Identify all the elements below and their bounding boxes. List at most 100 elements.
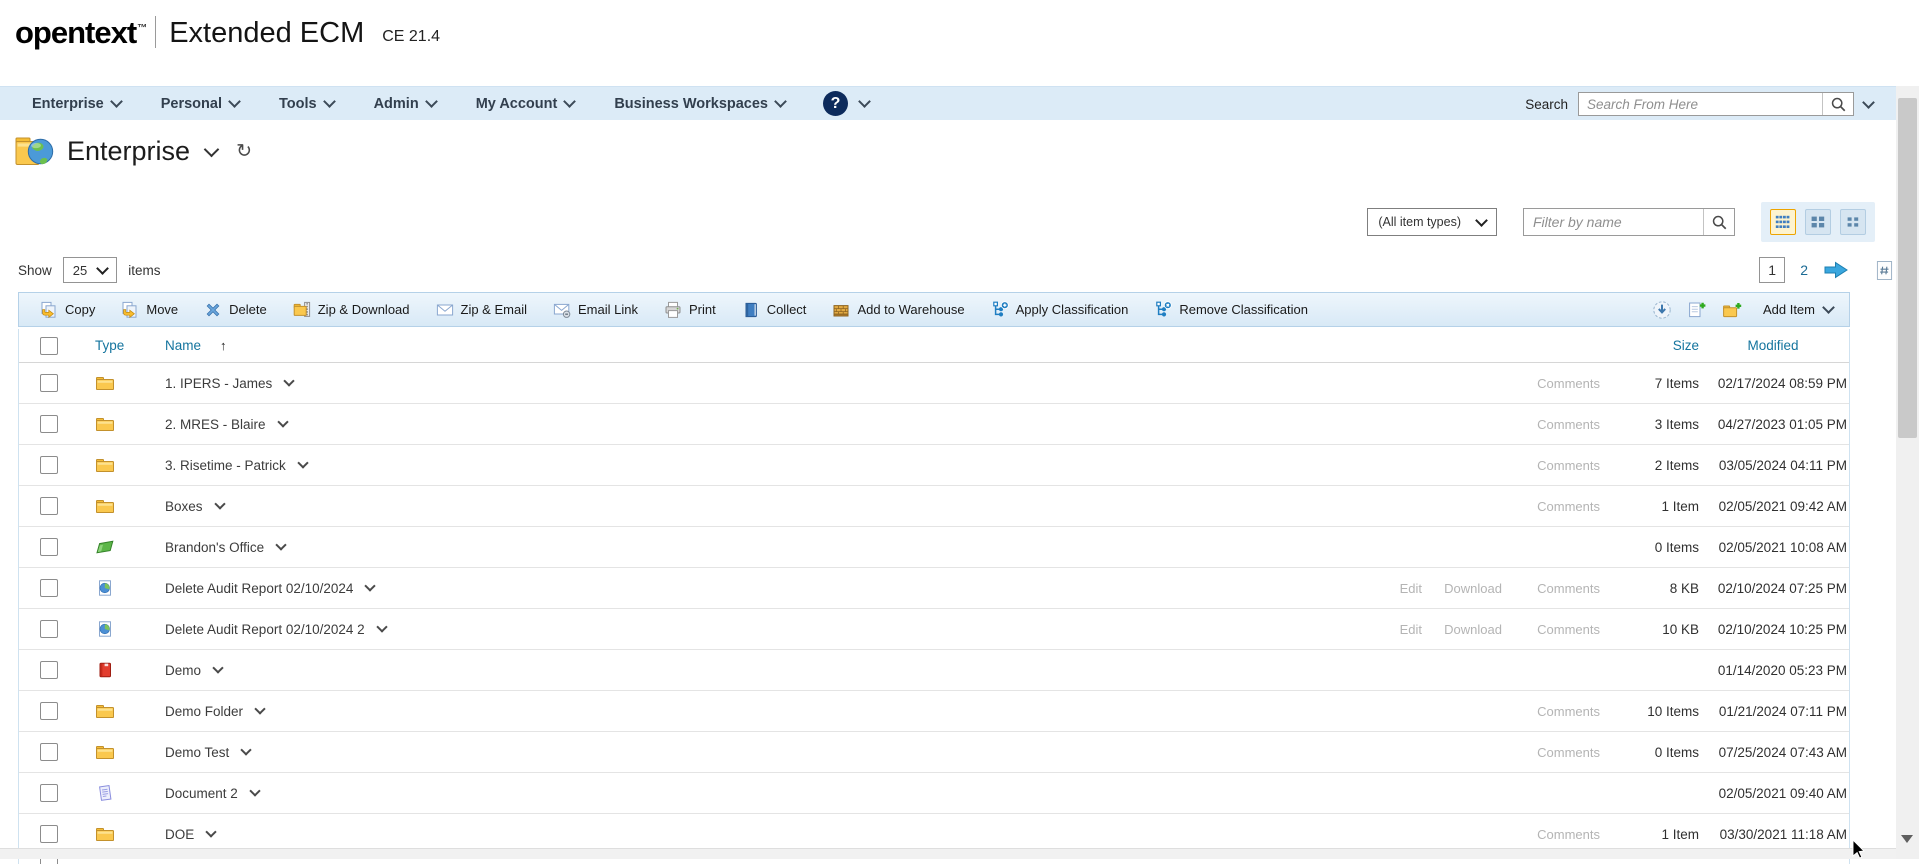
item-menu-chevron-icon[interactable]: [284, 375, 295, 386]
nav-business-workspaces[interactable]: Business Workspaces: [594, 96, 805, 112]
scrollbar-down-arrow[interactable]: [1901, 835, 1913, 843]
item-name-link[interactable]: Delete Audit Report 02/10/2024 2: [165, 622, 365, 637]
comments-link[interactable]: Comments: [1502, 827, 1600, 842]
search-input[interactable]: [1579, 93, 1822, 115]
row-checkbox[interactable]: [40, 743, 58, 761]
help-icon[interactable]: ?: [823, 91, 848, 116]
item-menu-chevron-icon[interactable]: [365, 580, 376, 591]
item-menu-chevron-icon[interactable]: [254, 703, 265, 714]
row-checkbox[interactable]: [40, 620, 58, 638]
column-header-name[interactable]: Name: [165, 338, 201, 353]
zip-download-button[interactable]: Zip & Download: [280, 293, 423, 326]
page-1-current[interactable]: 1: [1759, 257, 1785, 283]
print-button[interactable]: Print: [651, 293, 729, 326]
comments-link[interactable]: Comments: [1502, 417, 1600, 432]
item-name-link[interactable]: DOE: [165, 827, 194, 842]
collect-button[interactable]: Collect: [729, 293, 820, 326]
row-checkbox[interactable]: [40, 374, 58, 392]
item-menu-chevron-icon[interactable]: [376, 621, 387, 632]
vertical-scrollbar[interactable]: [1896, 86, 1919, 859]
name-filter-search-button[interactable]: [1703, 209, 1734, 235]
title-menu-chevron-icon[interactable]: [204, 141, 220, 157]
item-name-link[interactable]: Demo Folder: [165, 704, 243, 719]
add-to-warehouse-button[interactable]: Add to Warehouse: [819, 293, 977, 326]
item-menu-chevron-icon[interactable]: [214, 498, 225, 509]
move-button[interactable]: Move: [108, 293, 191, 326]
nav-tools[interactable]: Tools: [259, 96, 354, 112]
item-menu-chevron-icon[interactable]: [277, 416, 288, 427]
row-checkbox[interactable]: [40, 661, 58, 679]
page-2-link[interactable]: 2: [1798, 262, 1810, 278]
apply-classification-button[interactable]: Apply Classification: [978, 293, 1142, 326]
item-name-link[interactable]: Delete Audit Report 02/10/2024: [165, 581, 353, 596]
add-item-button[interactable]: Add Item: [1763, 302, 1833, 317]
nav-personal[interactable]: Personal: [141, 96, 259, 112]
row-checkbox[interactable]: [40, 579, 58, 597]
scrollbar-thumb[interactable]: [1898, 98, 1917, 438]
button-label: Email Link: [578, 302, 638, 317]
edit-link[interactable]: Edit: [1364, 622, 1422, 637]
comments-link[interactable]: Comments: [1502, 704, 1600, 719]
column-header-modified[interactable]: Modified: [1699, 338, 1849, 353]
item-name-link[interactable]: Demo Test: [165, 745, 229, 760]
row-checkbox[interactable]: [40, 456, 58, 474]
remove-classification-button[interactable]: Remove Classification: [1141, 293, 1321, 326]
sort-ascending-icon[interactable]: ↑: [220, 338, 227, 353]
comments-link[interactable]: Comments: [1502, 745, 1600, 760]
detail-view-button[interactable]: [1770, 209, 1796, 235]
item-name-link[interactable]: 1. IPERS - James: [165, 376, 272, 391]
download-link[interactable]: Download: [1422, 581, 1502, 596]
nav-help[interactable]: ?: [805, 91, 887, 116]
checkbox-cell: [19, 579, 79, 597]
refresh-icon[interactable]: ↻: [236, 142, 252, 161]
goto-page-button[interactable]: [1876, 260, 1893, 281]
row-checkbox[interactable]: [40, 702, 58, 720]
item-menu-chevron-icon[interactable]: [206, 826, 217, 837]
comments-link[interactable]: Comments: [1502, 376, 1600, 391]
delete-button[interactable]: Delete: [191, 293, 280, 326]
edit-link[interactable]: Edit: [1364, 581, 1422, 596]
nav-my-account[interactable]: My Account: [456, 96, 595, 112]
column-header-size[interactable]: Size: [1600, 338, 1699, 353]
add-folder-button[interactable]: [1722, 300, 1742, 320]
comments-link[interactable]: Comments: [1502, 499, 1600, 514]
comments-link[interactable]: Comments: [1502, 581, 1600, 596]
row-checkbox[interactable]: [40, 825, 58, 843]
column-header-type[interactable]: Type: [79, 338, 141, 353]
row-checkbox[interactable]: [40, 497, 58, 515]
download-all-button[interactable]: [1652, 300, 1672, 320]
next-page-button[interactable]: [1823, 260, 1849, 280]
email-link-button[interactable]: Email Link: [540, 293, 651, 326]
item-type-select[interactable]: (All item types): [1367, 208, 1497, 236]
item-menu-chevron-icon[interactable]: [275, 539, 286, 550]
search-options-chevron-icon[interactable]: [1862, 96, 1875, 109]
zip-download-icon: [293, 301, 311, 319]
item-name-link[interactable]: Boxes: [165, 499, 203, 514]
row-checkbox[interactable]: [40, 538, 58, 556]
nav-enterprise[interactable]: Enterprise: [12, 96, 141, 112]
item-name-link[interactable]: Brandon's Office: [165, 540, 264, 555]
select-all-checkbox[interactable]: [40, 337, 58, 355]
tile-view-button[interactable]: [1805, 209, 1831, 235]
add-document-button[interactable]: [1687, 300, 1707, 320]
download-link[interactable]: Download: [1422, 622, 1502, 637]
row-checkbox[interactable]: [40, 415, 58, 433]
item-name-link[interactable]: 3. Risetime - Patrick: [165, 458, 286, 473]
item-menu-chevron-icon[interactable]: [297, 457, 308, 468]
search-button[interactable]: [1822, 93, 1853, 115]
page-size-select[interactable]: 25: [63, 257, 117, 283]
row-checkbox[interactable]: [40, 784, 58, 802]
nav-admin[interactable]: Admin: [354, 96, 456, 112]
zip-email-button[interactable]: Zip & Email: [423, 293, 540, 326]
item-name-link[interactable]: Document 2: [165, 786, 238, 801]
item-menu-chevron-icon[interactable]: [212, 662, 223, 673]
item-menu-chevron-icon[interactable]: [249, 785, 260, 796]
item-menu-chevron-icon[interactable]: [241, 744, 252, 755]
item-name-link[interactable]: 2. MRES - Blaire: [165, 417, 266, 432]
name-filter-input[interactable]: [1524, 209, 1703, 235]
item-name-link[interactable]: Demo: [165, 663, 201, 678]
comments-link[interactable]: Comments: [1502, 458, 1600, 473]
compact-tile-view-button[interactable]: [1840, 209, 1866, 235]
copy-button[interactable]: Copy: [27, 293, 108, 326]
comments-link[interactable]: Comments: [1502, 622, 1600, 637]
